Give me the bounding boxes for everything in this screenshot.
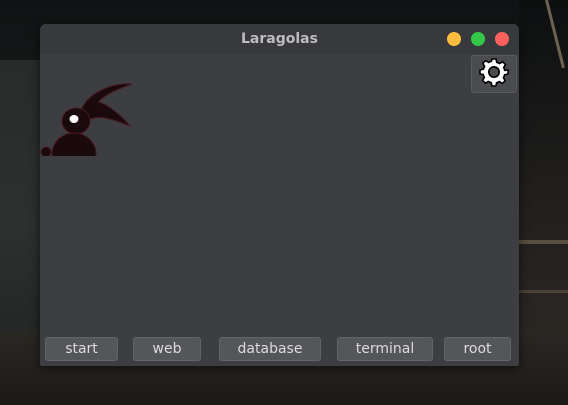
desktop-background: Laragolas start web database terminal ro…: [0, 0, 568, 405]
minimize-button[interactable]: [447, 32, 461, 46]
rabbit-logo: [40, 66, 136, 176]
wallpaper-rail-lower: [519, 290, 568, 293]
root-button[interactable]: root: [444, 337, 511, 361]
titlebar[interactable]: Laragolas: [40, 24, 519, 54]
start-button[interactable]: start: [45, 337, 118, 361]
close-button[interactable]: [495, 32, 509, 46]
database-button[interactable]: database: [219, 337, 321, 361]
wallpaper-left-wall: [0, 60, 40, 340]
app-window: Laragolas start web database terminal ro…: [40, 24, 519, 366]
settings-button[interactable]: [471, 55, 517, 93]
gear-icon: [479, 57, 509, 91]
wallpaper-rail: [519, 240, 568, 244]
action-bar: start web database terminal root: [40, 334, 519, 366]
rabbit-eye-icon: [69, 115, 79, 123]
terminal-button[interactable]: terminal: [337, 337, 433, 361]
web-button[interactable]: web: [133, 337, 201, 361]
maximize-button[interactable]: [471, 32, 485, 46]
